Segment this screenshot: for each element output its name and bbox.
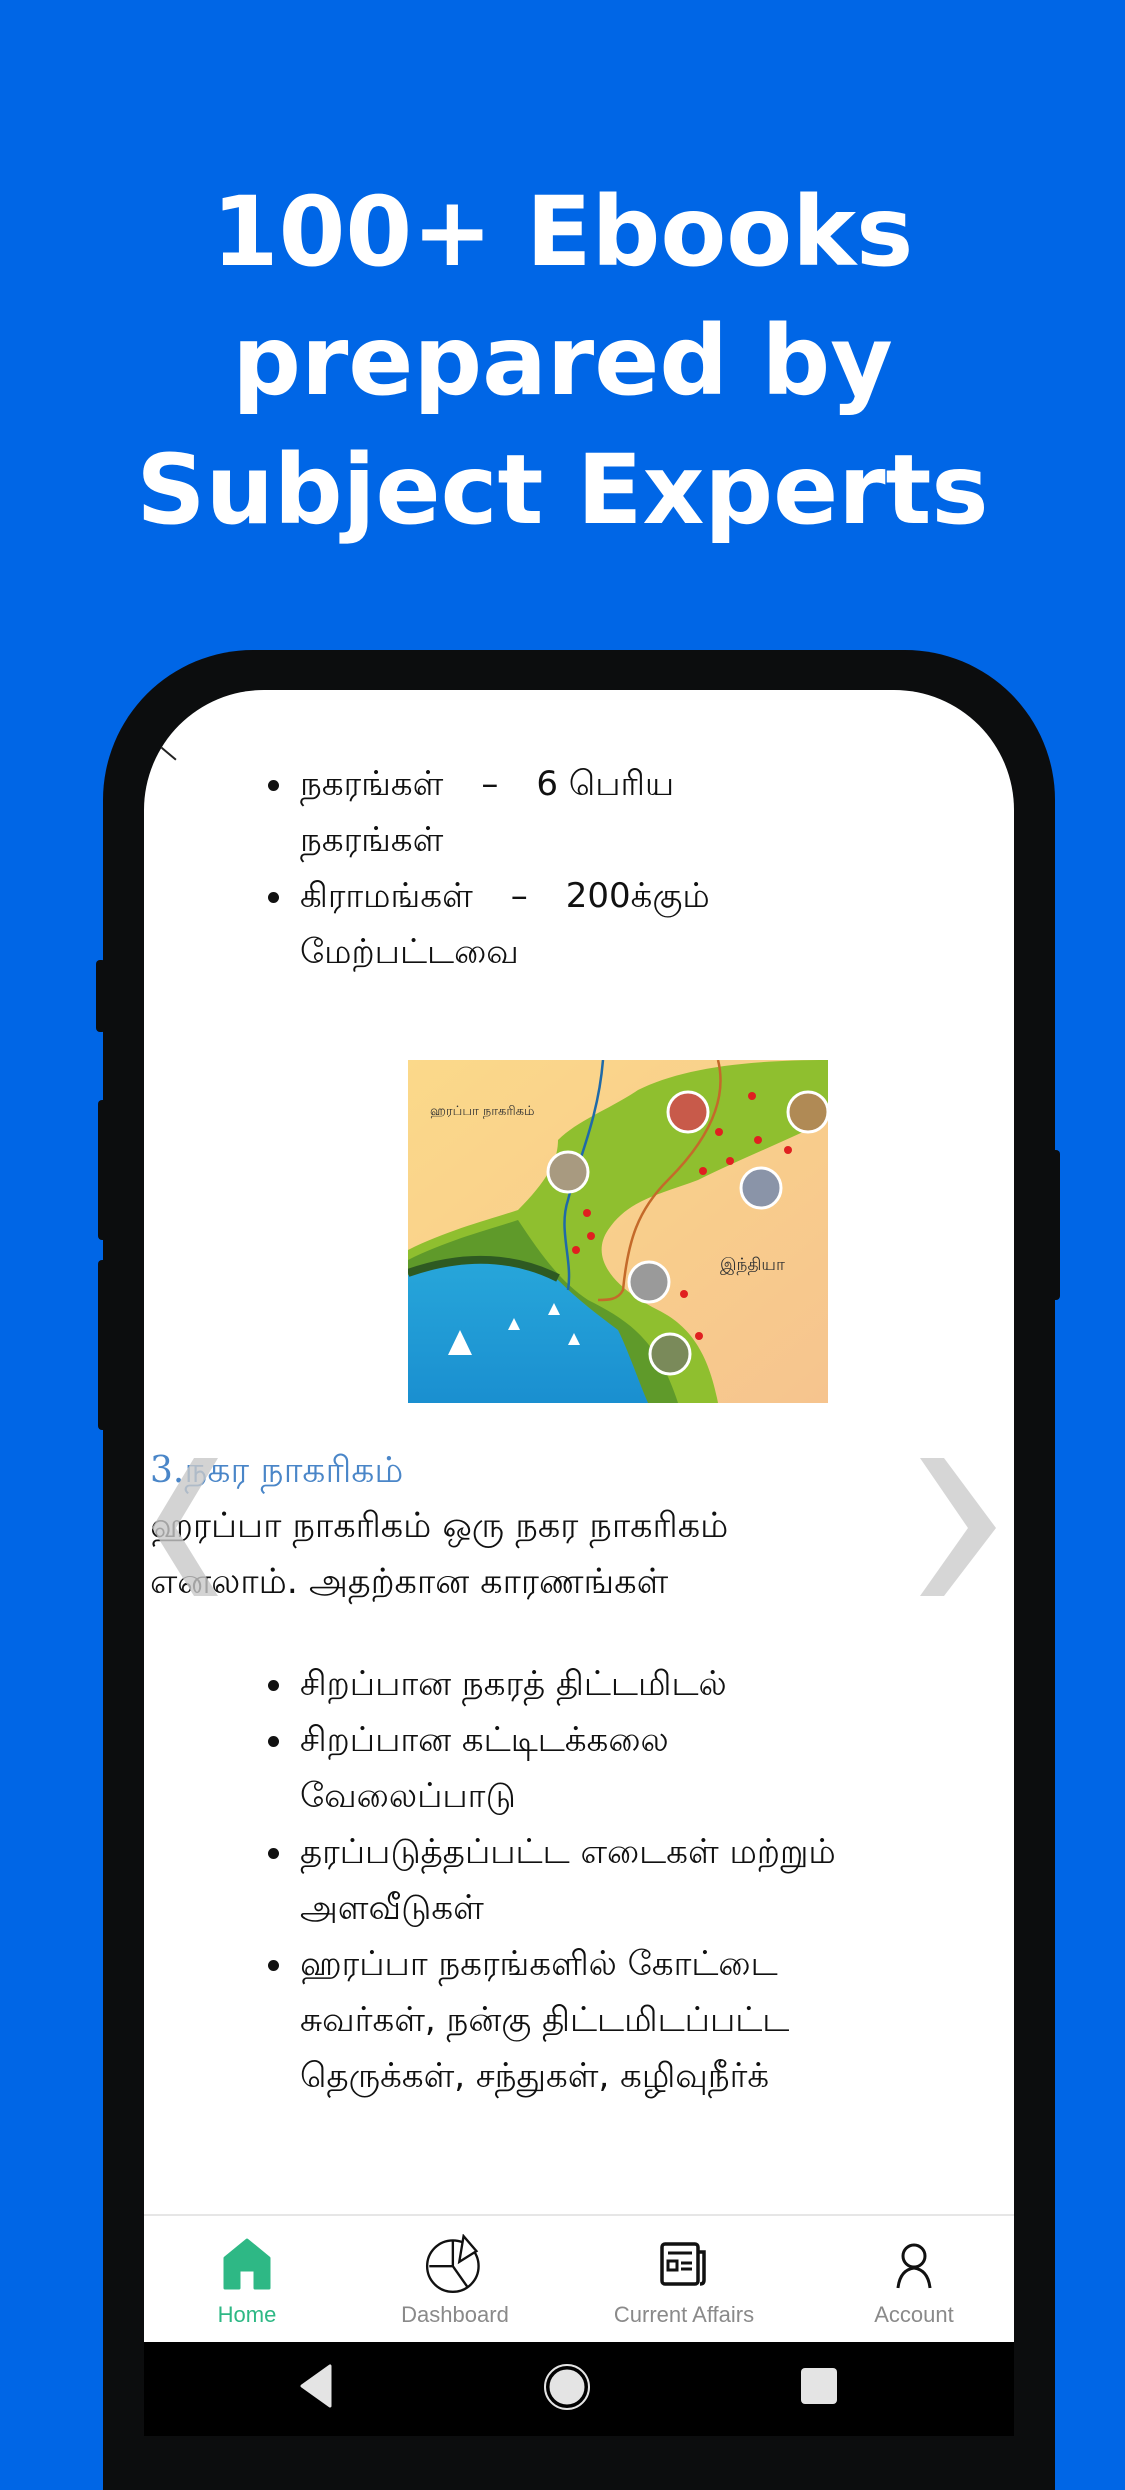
reason-text: தரப்படுத்தப்பட்ட எடைகள் மற்றும் <box>300 1832 836 1872</box>
phone-screen: நகரங்கள் –6 பெரிய நகரங்கள் கிராமங்கள் –200… <box>144 690 1014 2436</box>
newspaper-icon <box>660 2242 706 2286</box>
map-title: ஹரப்பா நாகரிகம் <box>430 1104 535 1119</box>
list-item: தரப்படுத்தப்பட்ட எடைகள் மற்றும் அளவீடுகள் <box>264 1824 964 1936</box>
list-item: ஹரப்பா நகரங்களில் கோட்டை சுவர்கள், நன்கு … <box>264 1936 964 2104</box>
home-icon <box>223 2238 271 2290</box>
headline-line: prepared by <box>232 305 893 417</box>
tab-label: Home <box>217 2302 277 2327</box>
reason-text: சிறப்பான நகரத் திட்டமிடல் <box>300 1664 727 1704</box>
tab-label: Account <box>874 2302 954 2327</box>
chevron-left-icon <box>152 1458 218 1596</box>
paragraph-line: ஹரப்பா நாகரிகம் ஒரு நகர நாகரிகம் <box>150 1506 729 1546</box>
tab-home[interactable]: Home <box>147 2216 347 2344</box>
phone-side-button <box>98 1100 108 1240</box>
paragraph-line: எனலாம். அதற்கான காரணங்கள் <box>150 1562 669 1602</box>
list-item: சிறப்பான கட்டிடக்கலை வேலைப்பாடு <box>264 1712 964 1824</box>
reasons-list: சிறப்பான நகரத் திட்டமிடல் சிறப்பான கட்டி… <box>264 1656 964 2104</box>
stat-term: நகரங்கள் <box>300 764 444 804</box>
headline-line: 100+ Ebooks <box>211 176 914 288</box>
reason-text: தெருக்கள், சந்துகள், கழிவுநீர்க் <box>300 2056 770 2096</box>
pie-chart-icon <box>425 2234 480 2294</box>
harappa-map-image: ஹரப்பா நாகரிகம் இந்தியா <box>408 1060 828 1403</box>
list-item: நகரங்கள் –6 பெரிய நகரங்கள் <box>264 756 824 868</box>
promo-headline: 100+ Ebooks prepared by Subject Experts <box>0 168 1125 555</box>
list-item: சிறப்பான நகரத் திட்டமிடல் <box>264 1656 964 1712</box>
tab-current-affairs[interactable]: Current Affairs <box>584 2216 784 2344</box>
reason-text: சுவர்கள், நன்கு திட்டமிடப்பட்ட <box>300 2000 790 2040</box>
stat-value: 200க்கும் <box>565 876 710 916</box>
stat-separator: – <box>481 764 499 804</box>
reason-text: அளவீடுகள் <box>300 1888 484 1928</box>
chevron-right-icon <box>920 1458 996 1596</box>
tab-label: Dashboard <box>401 2302 509 2327</box>
stat-separator: – <box>510 876 528 916</box>
user-icon <box>896 2243 932 2289</box>
nav-home-icon[interactable] <box>542 2362 592 2412</box>
nav-back-icon[interactable] <box>296 2362 336 2412</box>
tab-label: Current Affairs <box>613 2302 755 2327</box>
list-item: கிராமங்கள் –200க்கும் மேற்பட்டவை <box>264 868 824 980</box>
tab-account[interactable]: Account <box>814 2216 1014 2344</box>
map-region-label: இந்தியா <box>720 1255 785 1275</box>
stat-continuation: நகரங்கள் <box>300 820 444 860</box>
phone-side-button <box>1050 1150 1060 1300</box>
section-paragraph: ஹரப்பா நாகரிகம் ஒரு நகர நாகரிகம் எனலாம்.… <box>150 1498 970 1610</box>
city-stats-list: நகரங்கள் –6 பெரிய நகரங்கள் கிராமங்கள் –200… <box>264 756 824 980</box>
back-arrow-fragment[interactable] <box>155 742 177 761</box>
nav-recents-icon[interactable] <box>799 2362 839 2412</box>
stat-term: கிராமங்கள் <box>300 876 473 916</box>
headline-line: Subject Experts <box>136 434 989 546</box>
phone-side-button <box>98 1260 108 1430</box>
next-page-button[interactable] <box>920 1458 1000 1598</box>
stat-continuation: மேற்பட்டவை <box>300 932 519 972</box>
reason-text: வேலைப்பாடு <box>300 1776 516 1816</box>
tab-dashboard[interactable]: Dashboard <box>355 2216 555 2344</box>
reason-text: ஹரப்பா நகரங்களில் கோட்டை <box>300 1944 778 1984</box>
system-nav-bar <box>144 2342 1014 2436</box>
bottom-tab-bar: Home Dashboard Current Affairs Account <box>144 2214 1014 2344</box>
stat-value: 6 பெரிய <box>536 764 675 804</box>
reason-text: சிறப்பான கட்டிடக்கலை <box>300 1720 669 1760</box>
phone-side-button <box>96 960 106 1032</box>
prev-page-button[interactable] <box>148 1458 228 1598</box>
